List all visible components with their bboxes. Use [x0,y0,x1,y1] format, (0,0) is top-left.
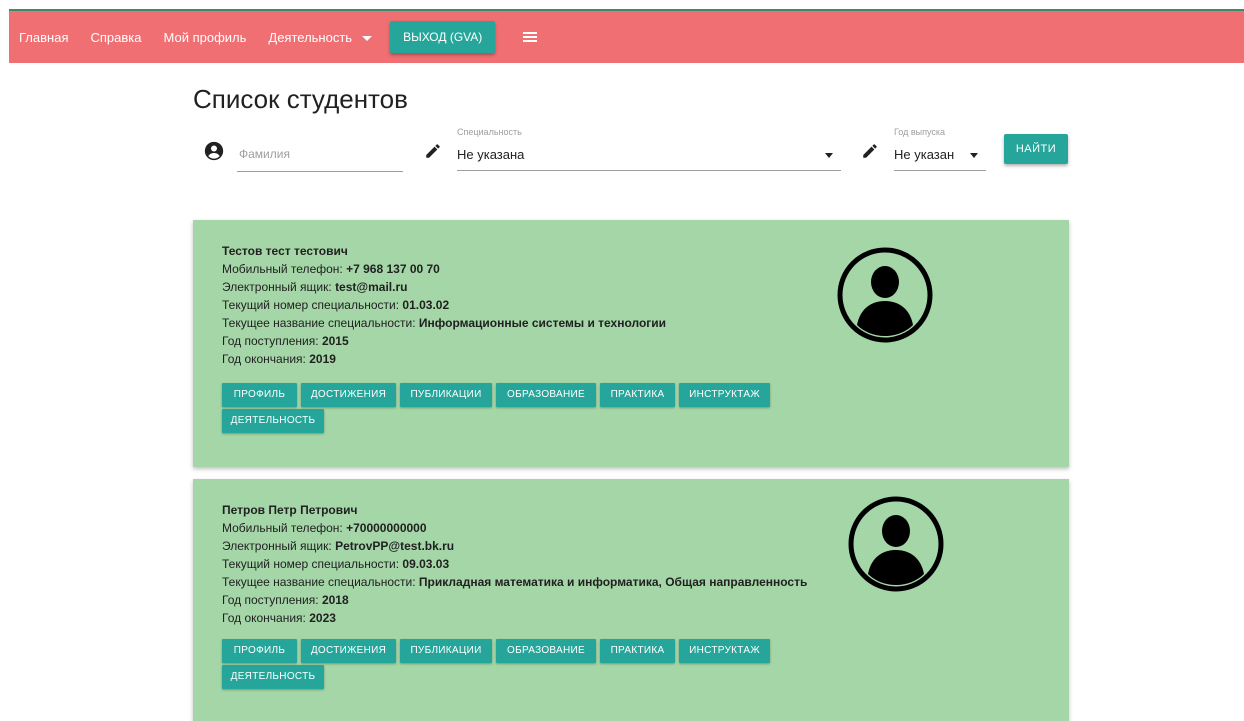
activity-button[interactable]: ДЕЯТЕЛЬНОСТЬ [222,665,324,689]
navbar: Главная Справка Мой профиль Деятельность… [9,9,1244,63]
student-name: Тестов тест тестович [222,244,348,258]
student-phone-row: Мобильный телефон: +7 968 137 00 70 [222,262,440,276]
student-year-in-row: Год поступления: 2018 [222,593,349,607]
avatar-icon [848,496,944,592]
dropdown-arrow-icon [825,153,833,158]
student-spec-num: 09.03.03 [402,557,450,571]
top-strip [0,0,1244,9]
year-value: Не указан [894,147,955,162]
practice-button[interactable]: ПРАКТИКА [600,639,675,663]
nav-home-link[interactable]: Главная [19,30,68,45]
student-card: Петров Петр Петрович Мобильный телефон: … [193,479,1069,721]
surname-input[interactable]: Фамилия [237,139,403,172]
education-button[interactable]: ОБРАЗОВАНИЕ [496,383,596,407]
pencil-icon [426,144,440,158]
logout-button[interactable]: ВЫХОД (GVA) [390,21,496,53]
education-button[interactable]: ОБРАЗОВАНИЕ [496,639,596,663]
student-phone: +70000000000 [346,521,427,535]
student-spec-num-row: Текущий номер специальности: 01.03.02 [222,298,450,312]
briefing-button[interactable]: ИНСТРУКТАЖ [679,639,770,663]
achievements-button[interactable]: ДОСТИЖЕНИЯ [301,639,396,663]
student-year-out: 2019 [309,352,336,366]
student-phone: +7 968 137 00 70 [346,262,440,276]
briefing-button[interactable]: ИНСТРУКТАЖ [679,383,770,407]
dropdown-arrow-icon [970,153,978,158]
specialty-select[interactable]: Не указана [457,141,841,171]
student-year-in: 2018 [321,593,349,607]
achievements-button[interactable]: ДОСТИЖЕНИЯ [301,383,396,407]
student-card: Тестов тест тестович Мобильный телефон: … [193,220,1069,467]
page-title: Список студентов [193,84,408,114]
student-email: test@mail.ru [335,280,408,294]
student-year-out-row: Год окончания: 2019 [222,352,336,366]
nav-activity-label: Деятельность [268,29,353,45]
student-spec-name-row: Текущее название специальности: Информац… [222,316,667,330]
publications-button[interactable]: ПУБЛИКАЦИИ [400,639,492,663]
student-spec-name: Прикладная математика и информатика, Общ… [418,575,808,589]
profile-button[interactable]: ПРОФИЛЬ [222,639,297,663]
avatar-icon [837,247,933,343]
student-year-in: 2015 [321,334,349,348]
nav-profile-link[interactable]: Мой профиль [163,30,246,45]
chevron-down-icon [362,35,373,41]
activity-button[interactable]: ДЕЯТЕЛЬНОСТЬ [222,409,324,433]
student-spec-num: 01.03.02 [402,298,450,312]
find-button[interactable]: НАЙТИ [1004,134,1068,164]
publications-button[interactable]: ПУБЛИКАЦИИ [400,383,492,407]
nav-activity-dropdown[interactable]: Деятельность [268,29,373,45]
specialty-label: Специальность [457,127,522,137]
surname-placeholder: Фамилия [239,147,290,161]
year-select[interactable]: Не указан [894,141,986,171]
student-year-out-row: Год окончания: 2023 [222,611,336,625]
student-year-out: 2023 [309,611,336,625]
student-email-row: Электронный ящик: test@mail.ru [222,280,408,294]
student-year-in-row: Год поступления: 2015 [222,334,349,348]
student-email: PetrovPP@test.bk.ru [335,539,455,553]
practice-button[interactable]: ПРАКТИКА [600,383,675,407]
pencil-icon [863,144,877,158]
account-circle-icon [204,141,224,161]
nav-help-link[interactable]: Справка [90,30,141,45]
student-spec-name: Информационные системы и технологии [418,316,667,330]
specialty-value: Не указана [457,147,525,162]
profile-button[interactable]: ПРОФИЛЬ [222,383,297,407]
menu-icon[interactable] [523,32,538,42]
year-label: Год выпуска [894,127,945,137]
